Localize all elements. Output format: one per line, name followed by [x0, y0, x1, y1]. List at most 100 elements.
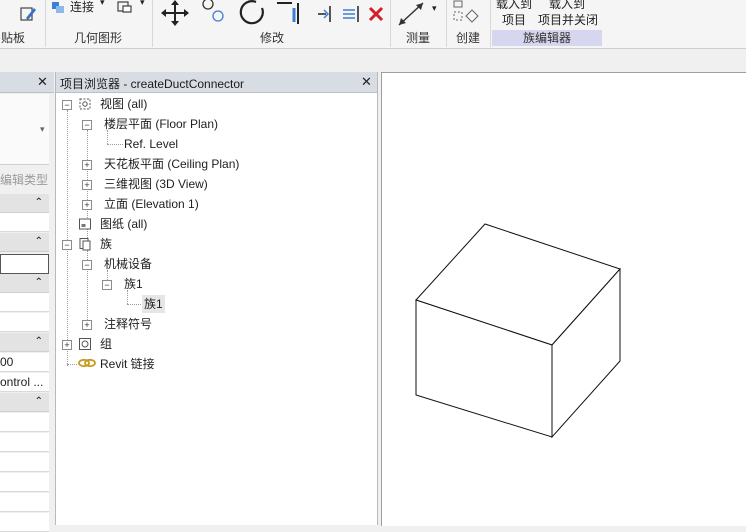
property-group-header[interactable]: ⌃	[0, 233, 49, 252]
views-icon	[79, 98, 91, 110]
collapse-icon[interactable]: ⌃	[35, 194, 43, 212]
property-row[interactable]	[0, 453, 49, 472]
property-row-selected[interactable]	[0, 254, 49, 274]
tree-item-floor-plan[interactable]: 楼层平面 (Floor Plan)	[104, 115, 218, 133]
families-icon	[79, 238, 91, 251]
create-panel-label: 创建	[455, 31, 480, 45]
copy-icon[interactable]	[200, 0, 230, 26]
tree-item-family1[interactable]: 族1	[124, 275, 143, 293]
expand-toggle[interactable]: +	[82, 200, 92, 210]
split-element-icon[interactable]	[316, 4, 334, 24]
property-row[interactable]	[0, 293, 49, 312]
chevron-down-icon[interactable]: ▾	[432, 3, 437, 14]
ribbon-divider	[390, 0, 391, 47]
rotate-icon[interactable]	[236, 0, 268, 26]
tree-item-family1-type[interactable]: 族1	[142, 295, 165, 313]
tree-item-families[interactable]: 族	[100, 235, 112, 253]
property-value[interactable]: ontrol ...	[0, 375, 43, 389]
groups-icon	[79, 338, 91, 350]
connect-button[interactable]: 连接	[70, 0, 94, 15]
properties-panel: ✕ ▾ 编辑类型 ⌃ ⌃ ⌃ ⌃ 00 ontrol ... ⌃	[0, 72, 54, 532]
collapse-toggle[interactable]: −	[102, 280, 112, 290]
property-row[interactable]: ontrol ...	[0, 373, 49, 392]
tree-line	[87, 130, 88, 250]
close-icon[interactable]: ✕	[37, 75, 48, 89]
expand-toggle[interactable]: +	[62, 340, 72, 350]
move-icon[interactable]	[160, 0, 190, 26]
offset-icon[interactable]	[341, 4, 361, 24]
edit-type-button[interactable]: 编辑类型	[0, 171, 48, 188]
sheets-icon	[79, 218, 91, 230]
join-icon[interactable]	[50, 0, 68, 14]
ribbon-divider	[490, 0, 491, 47]
component-icon[interactable]	[452, 0, 484, 26]
chevron-down-icon[interactable]: ▾	[40, 124, 45, 135]
close-icon[interactable]: ✕	[361, 75, 372, 89]
collapse-toggle[interactable]: −	[62, 100, 72, 110]
tree-line	[127, 304, 143, 305]
ribbon-divider	[446, 0, 447, 47]
chevron-down-icon[interactable]: ▾	[140, 0, 145, 8]
load-into-project-button-line2[interactable]: 项目	[502, 11, 526, 28]
cut-geometry-icon[interactable]	[115, 0, 139, 14]
family-editor-panel-label: 族编辑器	[492, 30, 602, 46]
expand-toggle[interactable]: +	[82, 320, 92, 330]
tree-line	[107, 144, 123, 145]
ribbon-divider	[152, 0, 153, 47]
property-row[interactable]: 00	[0, 353, 49, 372]
tree-item-annotation-symbols[interactable]: 注释符号	[104, 315, 152, 333]
property-row[interactable]	[0, 213, 49, 232]
link-icon	[78, 358, 96, 368]
property-row[interactable]	[0, 413, 49, 432]
load-and-close-button-line2[interactable]: 项目并关闭	[538, 11, 598, 28]
collapse-toggle[interactable]: −	[82, 120, 92, 130]
chevron-down-icon[interactable]: ▾	[100, 0, 105, 8]
paste-format-icon[interactable]	[18, 4, 38, 24]
tree-item-groups[interactable]: 组	[100, 335, 112, 353]
tree-item-mechanical-equipment[interactable]: 机械设备	[104, 255, 152, 273]
property-row[interactable]	[0, 433, 49, 452]
property-row[interactable]	[0, 313, 49, 332]
type-selector[interactable]: ▾	[0, 94, 49, 165]
tree-item-ceiling-plan[interactable]: 天花板平面 (Ceiling Plan)	[104, 155, 239, 173]
property-row[interactable]	[0, 493, 49, 512]
properties-panel-header: ✕	[0, 72, 54, 93]
property-group-header[interactable]: ⌃	[0, 393, 49, 412]
delete-icon[interactable]	[368, 6, 384, 22]
tree-line	[67, 110, 68, 366]
tree-item-ref-level[interactable]: Ref. Level	[124, 135, 178, 153]
expand-toggle[interactable]: +	[82, 160, 92, 170]
property-row[interactable]	[0, 513, 49, 532]
tree-item-views[interactable]: 视图 (all)	[100, 95, 147, 113]
collapse-icon[interactable]: ⌃	[35, 274, 43, 292]
property-row[interactable]	[0, 473, 49, 492]
tree-item-3d-view[interactable]: 三维视图 (3D View)	[104, 175, 208, 193]
clipboard-panel-label: 贴板	[0, 31, 25, 45]
collapse-icon[interactable]: ⌃	[35, 333, 43, 351]
project-browser-header: 项目浏览器 - createDuctConnector ✕	[56, 72, 377, 93]
project-browser: 项目浏览器 - createDuctConnector ✕ − 视图 (all)…	[55, 72, 378, 525]
property-group-header[interactable]: ⌃	[0, 333, 49, 352]
tree-item-elevation[interactable]: 立面 (Elevation 1)	[104, 195, 199, 213]
measure-icon[interactable]	[396, 0, 430, 28]
measure-panel-label: 测量	[405, 31, 430, 45]
model-canvas[interactable]	[382, 73, 746, 526]
tree-item-sheets[interactable]: 图纸 (all)	[100, 215, 147, 233]
modify-panel-label: 修改	[259, 31, 284, 45]
property-group-header[interactable]: ⌃	[0, 274, 49, 293]
collapse-toggle[interactable]: −	[82, 260, 92, 270]
trim-extend-icon[interactable]	[274, 0, 306, 26]
project-browser-title: 项目浏览器 - createDuctConnector	[60, 77, 245, 91]
geometry-panel-label: 几何图形	[73, 31, 122, 45]
collapse-toggle[interactable]: −	[62, 240, 72, 250]
collapse-icon[interactable]: ⌃	[35, 393, 43, 411]
tree-line	[67, 364, 77, 365]
property-group-header[interactable]: ⌃	[0, 194, 49, 213]
property-value[interactable]: 00	[0, 355, 13, 369]
expand-toggle[interactable]: +	[82, 180, 92, 190]
ribbon: 贴板 连接 ▾ ▾ 几何图形 修改 ▾ 测量 创建 载入到 项目 载入到 项目并…	[0, 0, 746, 49]
collapse-icon[interactable]: ⌃	[35, 233, 43, 251]
tree-item-revit-links[interactable]: Revit 链接	[100, 355, 155, 373]
drawing-viewport[interactable]	[381, 72, 746, 526]
ribbon-divider	[45, 0, 46, 47]
